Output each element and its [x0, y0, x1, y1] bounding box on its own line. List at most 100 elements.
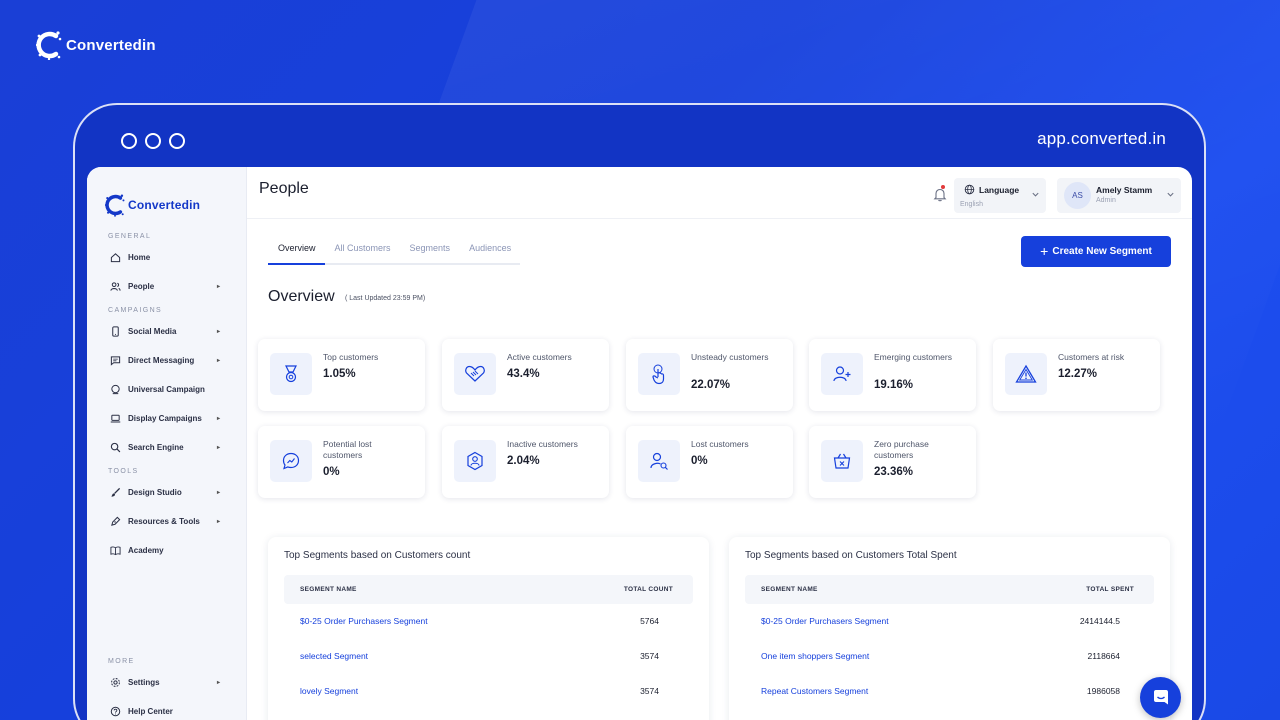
home-icon [109, 252, 121, 264]
stat-card-zero-purchase-customers[interactable]: Zero purchase customers 23.36% [809, 426, 976, 498]
window-dot[interactable] [145, 133, 161, 149]
card-label: Top customers [323, 352, 379, 362]
convertedin-logo-icon [36, 31, 62, 60]
sidebar-item-academy[interactable]: Academy [87, 536, 246, 565]
user-plus-icon [821, 353, 863, 395]
card-value: 22.07% [691, 379, 731, 391]
tap-icon [638, 353, 680, 395]
stat-card-customers-at-risk[interactable]: Customers at risk 12.27% [993, 339, 1160, 411]
column-header: SEGMENT NAME [300, 586, 357, 593]
create-button-label: Create New Segment [1052, 246, 1152, 257]
help-icon [109, 706, 121, 718]
sidebar-item-label: Universal Campaign [128, 385, 205, 394]
sidebar-item-people[interactable]: People ▸ [87, 272, 246, 301]
browser-url: app.converted.in [1037, 129, 1166, 148]
stat-card-potential-lost-customers[interactable]: Potential lost customers 0% [258, 426, 425, 498]
language-value: English [960, 201, 983, 208]
sidebar-item-design-studio[interactable]: Design Studio ▸ [87, 478, 246, 507]
sidebar-item-social-media[interactable]: Social Media ▸ [87, 317, 246, 346]
medal-icon [270, 353, 312, 395]
tab-bar: Overview All Customers Segments Audience… [268, 237, 521, 265]
search-icon [109, 442, 121, 454]
stat-card-active-customers[interactable]: Active customers 43.4% [442, 339, 609, 411]
segment-link[interactable]: $0-25 Order Purchasers Segment [761, 616, 889, 626]
chevron-down-icon [1167, 192, 1174, 197]
sidebar-item-settings[interactable]: Settings ▸ [87, 668, 246, 697]
sidebar-item-label: Academy [128, 546, 164, 555]
sidebar-item-display-campaigns[interactable]: Display Campaigns ▸ [87, 404, 246, 433]
section-label-tools: TOOLS [108, 468, 139, 475]
card-value: 1.05% [323, 368, 356, 380]
language-selector[interactable]: Language English [954, 178, 1046, 213]
card-value: 2.04% [507, 455, 540, 467]
segment-link[interactable]: lovely Segment [300, 686, 358, 696]
tab-segments[interactable]: Segments [400, 237, 460, 263]
card-value: 23.36% [874, 466, 914, 478]
tab-all-customers[interactable]: All Customers [325, 237, 400, 263]
window-dot[interactable] [121, 133, 137, 149]
stat-card-inactive-customers[interactable]: Inactive customers 2.04% [442, 426, 609, 498]
card-label: Inactive customers [507, 439, 578, 449]
notification-badge [941, 185, 945, 189]
chevron-right-icon: ▸ [216, 680, 220, 686]
sidebar-item-universal-campaign[interactable]: Universal Campaign [87, 375, 246, 404]
table-row: $0-25 Order Purchasers Segment 2414144.5 [745, 605, 1154, 640]
card-value: 19.16% [874, 379, 914, 391]
sidebar-item-label: Social Media [128, 327, 177, 336]
segment-link[interactable]: Repeat Customers Segment [761, 686, 868, 696]
stat-card-unsteady-customers[interactable]: Unsteady customers 22.07% [626, 339, 793, 411]
card-label: Unsteady customers [691, 352, 769, 362]
notification-button[interactable] [933, 185, 947, 207]
sidebar-item-help-center[interactable]: Help Center [87, 697, 246, 720]
segment-link[interactable]: selected Segment [300, 651, 368, 661]
sidebar-item-label: Home [128, 253, 151, 262]
create-new-segment-button[interactable]: + Create New Segment [1021, 236, 1171, 267]
tab-audiences[interactable]: Audiences [459, 237, 520, 263]
main-content: People Language English AS Amely Stamm A… [247, 167, 1192, 720]
chevron-right-icon: ▸ [216, 358, 220, 364]
sidebar-item-label: Design Studio [128, 488, 182, 497]
message-icon [109, 355, 121, 367]
segment-value: 3574 [640, 651, 659, 661]
window-dot[interactable] [169, 133, 185, 149]
user-menu[interactable]: AS Amely Stamm Admin [1057, 178, 1181, 213]
segment-link[interactable]: One item shoppers Segment [761, 651, 869, 661]
sidebar-item-label: Help Center [128, 707, 173, 716]
section-label-more: MORE [108, 658, 135, 665]
stat-card-top-customers[interactable]: Top customers 1.05% [258, 339, 425, 411]
overview-last-updated: ( Last Updated 23:59 PM) [345, 295, 426, 302]
table-header: SEGMENT NAME TOTAL SPENT [745, 575, 1154, 604]
tab-overview[interactable]: Overview [268, 237, 325, 265]
card-label: Customers at risk [1058, 352, 1125, 362]
table-row: One item shoppers Segment 2118664 [745, 640, 1154, 675]
card-value: 0% [691, 455, 708, 467]
card-value: 0% [323, 466, 340, 478]
segment-link[interactable]: $0-25 Order Purchasers Segment [300, 616, 428, 626]
chat-support-button[interactable] [1140, 677, 1181, 718]
sidebar-item-search-engine[interactable]: Search Engine ▸ [87, 433, 246, 462]
sidebar-item-direct-messaging[interactable]: Direct Messaging ▸ [87, 346, 246, 375]
card-label: Zero purchase customers [874, 439, 929, 460]
pen-icon [109, 516, 121, 528]
column-header: TOTAL SPENT [1086, 586, 1134, 593]
brand-name: Convertedin [66, 36, 156, 54]
chevron-right-icon: ▸ [216, 416, 220, 422]
sidebar-item-home[interactable]: Home [87, 243, 246, 272]
sidebar-logo[interactable]: Convertedin [87, 167, 246, 227]
bell-icon [933, 188, 947, 202]
chevron-right-icon: ▸ [216, 284, 220, 290]
book-icon [109, 545, 121, 557]
warning-icon [1005, 353, 1047, 395]
card-value: 12.27% [1058, 368, 1098, 380]
convertedin-logo-icon [105, 194, 125, 217]
section-label-general: GENERAL [108, 233, 152, 240]
card-label: Lost customers [691, 439, 749, 449]
segment-value: 5764 [640, 616, 659, 626]
sidebar-item-label: Resources & Tools [128, 517, 200, 526]
stat-card-emerging-customers[interactable]: Emerging customers 19.16% [809, 339, 976, 411]
stat-card-lost-customers[interactable]: Lost customers 0% [626, 426, 793, 498]
top-bar: People Language English AS Amely Stamm A… [247, 167, 1192, 219]
panel-title: Top Segments based on Customers count [284, 550, 471, 561]
user-search-icon [638, 440, 680, 482]
sidebar-item-resources-tools[interactable]: Resources & Tools ▸ [87, 507, 246, 536]
